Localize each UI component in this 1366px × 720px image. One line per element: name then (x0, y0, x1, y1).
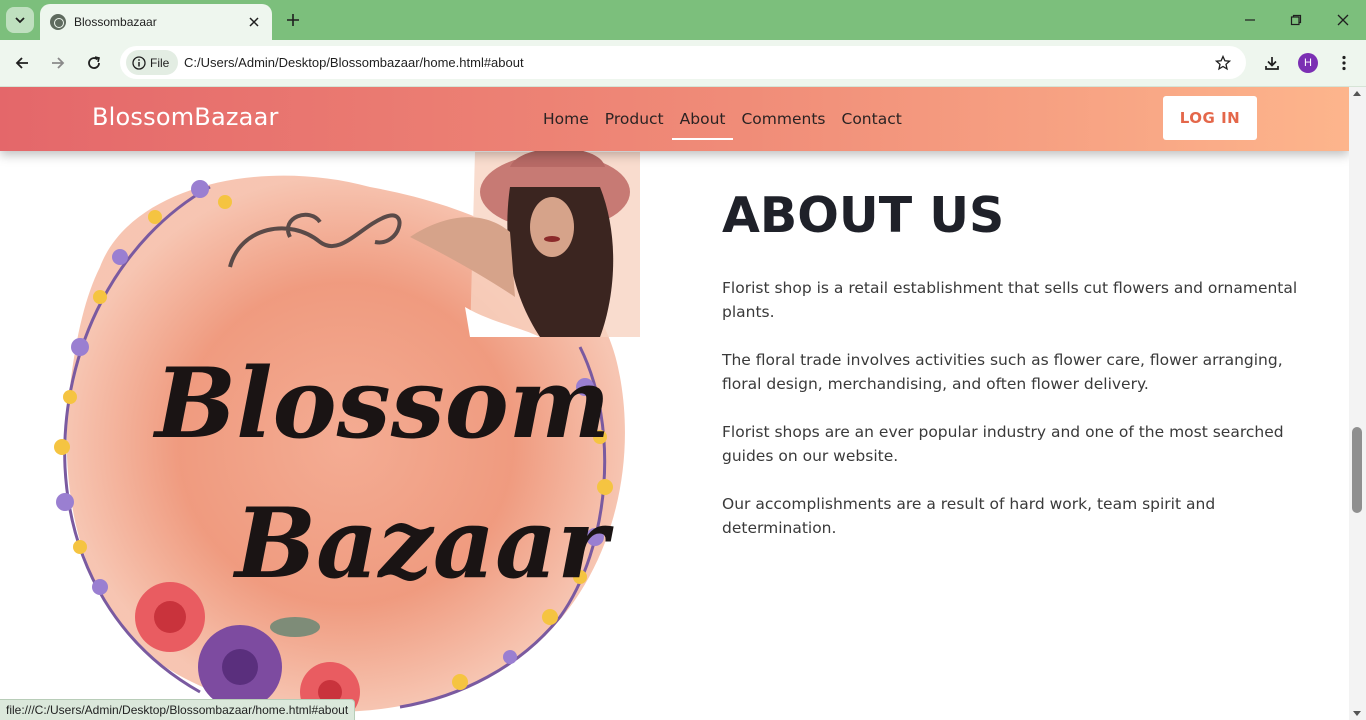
site-info-chip[interactable]: File (126, 50, 178, 75)
more-vertical-icon (1342, 55, 1346, 71)
nav-comments[interactable]: Comments (733, 87, 833, 151)
blossom-bazaar-logo: Blossom Bazaar (54, 148, 640, 720)
restore-icon (1290, 14, 1302, 26)
chevron-down-icon (15, 17, 25, 24)
scroll-thumb[interactable] (1352, 427, 1362, 513)
site-header: BlossomBazaar Home Product About Comment… (0, 87, 1349, 151)
minimize-button[interactable] (1238, 8, 1262, 32)
minimize-icon (1245, 19, 1255, 21)
logo-word-bazaar: Bazaar (232, 487, 614, 600)
tab-search-button[interactable] (6, 7, 34, 33)
nav-product[interactable]: Product (597, 87, 672, 151)
main-nav: Home Product About Comments Contact (535, 87, 910, 151)
scroll-down-icon[interactable] (1353, 711, 1361, 716)
downloads-button[interactable] (1260, 51, 1284, 75)
reload-button[interactable] (81, 50, 107, 76)
about-paragraph: Florist shop is a retail establishment t… (722, 279, 1298, 321)
arrow-left-icon (15, 57, 28, 69)
url-text[interactable]: C:/Users/Admin/Desktop/Blossombazaar/hom… (184, 55, 524, 70)
close-icon (1337, 14, 1349, 26)
address-bar[interactable]: File C:/Users/Admin/Desktop/Blossombazaa… (120, 46, 1246, 79)
new-tab-button[interactable] (282, 9, 304, 31)
status-bar-url: file:///C:/Users/Admin/Desktop/Blossomba… (0, 699, 356, 720)
plus-icon (287, 14, 299, 26)
back-button[interactable] (9, 50, 35, 76)
globe-icon (50, 14, 66, 30)
logo-word-blossom: Blossom (152, 347, 610, 460)
tab-title: Blossombazaar (74, 15, 157, 29)
browser-menu-button[interactable] (1334, 51, 1354, 75)
close-tab-button[interactable] (246, 14, 262, 30)
profile-avatar[interactable]: H (1298, 53, 1318, 73)
about-body: Florist shop is a retail establishment t… (722, 276, 1312, 564)
nav-contact[interactable]: Contact (834, 87, 910, 151)
download-icon (1265, 57, 1279, 70)
restore-button[interactable] (1284, 8, 1308, 32)
login-button[interactable]: LOG IN (1163, 96, 1257, 140)
browser-tab[interactable]: Blossombazaar (40, 4, 272, 40)
nav-home[interactable]: Home (535, 87, 597, 151)
info-icon (132, 55, 146, 70)
browser-toolbar: File C:/Users/Admin/Desktop/Blossombazaa… (0, 40, 1366, 87)
site-brand[interactable]: BlossomBazaar (92, 103, 279, 131)
star-icon (1215, 55, 1231, 71)
reload-icon (88, 56, 100, 69)
scroll-up-icon[interactable] (1353, 91, 1361, 96)
browser-tab-bar: Blossombazaar (0, 0, 1366, 40)
about-title: ABOUT US (722, 187, 1005, 244)
close-window-button[interactable] (1331, 8, 1355, 32)
bookmark-button[interactable] (1212, 52, 1234, 74)
about-paragraph: The floral trade involves activities suc… (722, 351, 1283, 393)
nav-about[interactable]: About (671, 87, 734, 151)
about-paragraph: Florist shops are an ever popular indust… (722, 423, 1284, 465)
page-scrollbar[interactable] (1349, 87, 1366, 720)
arrow-right-icon (52, 57, 65, 69)
forward-button[interactable] (45, 50, 71, 76)
file-chip-label: File (150, 55, 170, 70)
close-icon (249, 17, 259, 27)
page-viewport: BlossomBazaar Home Product About Comment… (0, 87, 1349, 720)
about-paragraph: Our accomplishments are a result of hard… (722, 495, 1216, 537)
